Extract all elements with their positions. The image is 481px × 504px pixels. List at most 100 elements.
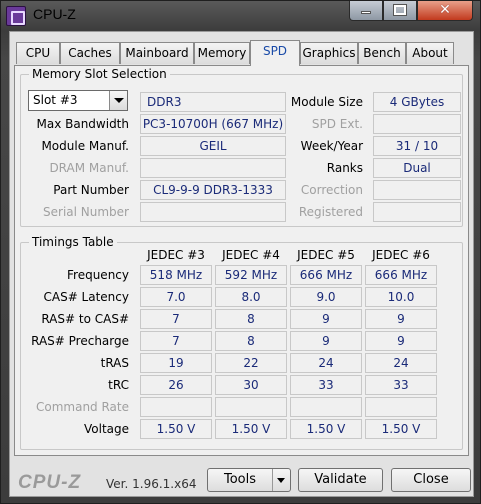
week-year-value: 31 / 10 bbox=[373, 136, 461, 156]
timing-value-cell: 592 MHz bbox=[215, 265, 287, 285]
timing-value-cell: 24 bbox=[365, 353, 437, 373]
spd-ext-label: SPD Ext. bbox=[311, 117, 363, 131]
timing-value-cell: 666 MHz bbox=[365, 265, 437, 285]
tab-memory[interactable]: Memory bbox=[194, 42, 250, 64]
timings-col-header: JEDEC #5 bbox=[297, 248, 355, 262]
tools-button-label: Tools bbox=[223, 472, 257, 487]
cpuz-window: CPU-Z ✕ CPU Caches Mainboard Memory SPD … bbox=[0, 0, 481, 504]
timing-row-label: RAS# to CAS# bbox=[41, 312, 129, 326]
timings-table-legend: Timings Table bbox=[29, 235, 117, 249]
dram-manuf-value bbox=[140, 158, 286, 178]
slot-select[interactable]: Slot #3 bbox=[28, 90, 128, 111]
timing-value-cell: 8 bbox=[215, 309, 287, 329]
serial-number-label: Serial Number bbox=[43, 205, 129, 219]
slot-select-value: Slot #3 bbox=[33, 93, 78, 107]
timing-value-cell: 30 bbox=[215, 375, 287, 395]
tab-about[interactable]: About bbox=[406, 42, 454, 64]
module-manuf-label: Module Manuf. bbox=[41, 139, 129, 153]
max-bandwidth-label: Max Bandwidth bbox=[36, 117, 129, 131]
timing-row-label: CAS# Latency bbox=[43, 290, 129, 304]
maximize-button[interactable] bbox=[383, 1, 417, 21]
title-bar[interactable]: CPU-Z ✕ bbox=[1, 1, 481, 29]
tab-mainboard[interactable]: Mainboard bbox=[120, 42, 194, 64]
timing-value-cell: 518 MHz bbox=[140, 265, 212, 285]
timing-value-cell: 9 bbox=[290, 331, 362, 351]
timing-value-cell: 26 bbox=[140, 375, 212, 395]
part-number-value: CL9-9-9 DDR3-1333 bbox=[140, 180, 286, 200]
timings-col-header: JEDEC #3 bbox=[147, 248, 205, 262]
week-year-label: Week/Year bbox=[300, 139, 363, 153]
timing-value-cell: 666 MHz bbox=[290, 265, 362, 285]
timings-table-group: Timings Table JEDEC #3 JEDEC #4 JEDEC #5… bbox=[20, 235, 463, 450]
timing-value-cell: 9 bbox=[365, 331, 437, 351]
timing-value-cell: 9 bbox=[290, 309, 362, 329]
dram-manuf-label: DRAM Manuf. bbox=[49, 161, 129, 175]
tab-bar: CPU Caches Mainboard Memory SPD Graphics… bbox=[14, 40, 469, 66]
spd-panel: Memory Slot Selection Slot #3 DDR3 Modul… bbox=[14, 65, 469, 456]
timing-row-label: tRAS bbox=[100, 356, 129, 370]
tab-caches[interactable]: Caches bbox=[60, 42, 120, 64]
registered-label: Registered bbox=[298, 205, 363, 219]
tab-bench[interactable]: Bench bbox=[358, 42, 406, 64]
timing-value-cell: 1.50 V bbox=[290, 419, 362, 439]
timing-row-label: Frequency bbox=[67, 268, 129, 282]
module-size-label: Module Size bbox=[290, 95, 363, 109]
memory-type-value: DDR3 bbox=[140, 92, 286, 112]
timing-value-cell: 22 bbox=[215, 353, 287, 373]
timing-value-cell: 33 bbox=[290, 375, 362, 395]
version-text: Ver. 1.96.1.x64 bbox=[106, 477, 197, 491]
registered-value bbox=[373, 202, 461, 222]
maximize-icon bbox=[393, 4, 407, 16]
timing-value-cell: 7 bbox=[140, 309, 212, 329]
cpuz-brand-logo: CPU-Z bbox=[18, 472, 82, 493]
timing-value-cell: 7 bbox=[140, 331, 212, 351]
spd-ext-value bbox=[373, 114, 461, 134]
close-icon: ✕ bbox=[439, 2, 451, 18]
tools-button[interactable]: Tools bbox=[207, 468, 291, 492]
timing-value-cell bbox=[215, 397, 287, 417]
cpuz-app-icon bbox=[6, 6, 26, 26]
timing-value-cell: 8 bbox=[215, 331, 287, 351]
timing-value-cell: 24 bbox=[290, 353, 362, 373]
timing-value-cell: 9 bbox=[365, 309, 437, 329]
correction-value bbox=[373, 180, 461, 200]
validate-button[interactable]: Validate bbox=[298, 468, 383, 492]
timing-value-cell: 33 bbox=[365, 375, 437, 395]
memory-slot-selection-legend: Memory Slot Selection bbox=[29, 67, 170, 81]
max-bandwidth-value: PC3-10700H (667 MHz) bbox=[140, 114, 286, 134]
module-size-value: 4 GBytes bbox=[373, 92, 461, 112]
timing-row-label: tRC bbox=[108, 378, 129, 392]
memory-slot-selection-group: Memory Slot Selection Slot #3 DDR3 Modul… bbox=[20, 67, 463, 227]
window-title: CPU-Z bbox=[33, 6, 76, 22]
timing-value-cell: 1.50 V bbox=[140, 419, 212, 439]
timing-value-cell bbox=[140, 397, 212, 417]
client-area: CPU Caches Mainboard Memory SPD Graphics… bbox=[9, 31, 474, 497]
close-button[interactable]: Close bbox=[391, 468, 471, 492]
part-number-label: Part Number bbox=[53, 183, 129, 197]
timing-row-label: RAS# Precharge bbox=[31, 334, 129, 348]
timing-value-cell: 7.0 bbox=[140, 287, 212, 307]
timing-value-cell: 1.50 V bbox=[215, 419, 287, 439]
chevron-down-icon[interactable] bbox=[272, 469, 290, 491]
ranks-value: Dual bbox=[373, 158, 461, 178]
serial-number-value bbox=[140, 202, 286, 222]
timing-value-cell: 9.0 bbox=[290, 287, 362, 307]
chevron-down-icon[interactable] bbox=[109, 91, 127, 110]
close-window-button[interactable]: ✕ bbox=[417, 1, 473, 21]
timings-col-header: JEDEC #6 bbox=[372, 248, 430, 262]
timing-row-label: Command Rate bbox=[35, 400, 129, 414]
tab-cpu[interactable]: CPU bbox=[16, 42, 60, 64]
correction-label: Correction bbox=[300, 183, 363, 197]
timing-value-cell: 10.0 bbox=[365, 287, 437, 307]
tab-graphics[interactable]: Graphics bbox=[300, 42, 358, 64]
tab-spd[interactable]: SPD bbox=[250, 40, 300, 66]
module-manuf-value: GEIL bbox=[140, 136, 286, 156]
minimize-button[interactable] bbox=[349, 1, 383, 21]
timing-value-cell: 1.50 V bbox=[365, 419, 437, 439]
timing-row-label: Voltage bbox=[83, 422, 129, 436]
ranks-label: Ranks bbox=[326, 161, 363, 175]
timing-value-cell: 19 bbox=[140, 353, 212, 373]
timing-value-cell: 8.0 bbox=[215, 287, 287, 307]
timing-value-cell bbox=[365, 397, 437, 417]
timings-col-header: JEDEC #4 bbox=[222, 248, 280, 262]
